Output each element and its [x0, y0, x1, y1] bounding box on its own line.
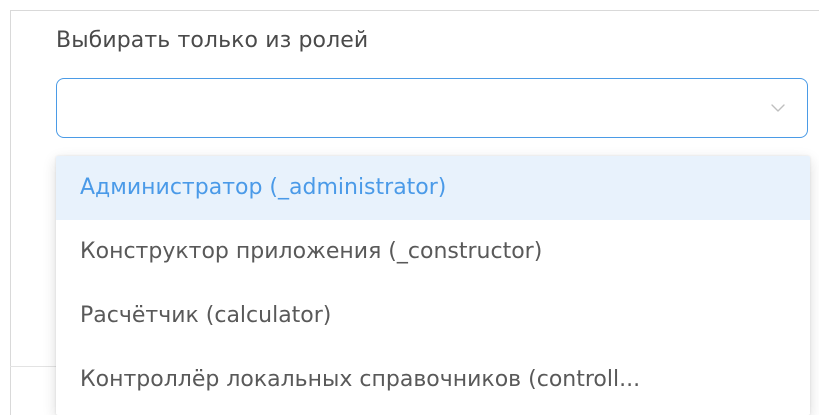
dropdown-option-calculator[interactable]: Расчётчик (calculator)	[56, 284, 810, 348]
dropdown-option-controller[interactable]: Контроллёр локальных справочников (contr…	[56, 348, 810, 412]
roles-dropdown-menu: Администратор (_administrator) Конструкт…	[56, 156, 810, 415]
dropdown-option-constructor[interactable]: Конструктор приложения (_constructor)	[56, 220, 810, 284]
roles-select[interactable]	[56, 78, 808, 138]
dropdown-option-administrator[interactable]: Администратор (_administrator)	[56, 156, 810, 220]
roles-field-label: Выбирать только из ролей	[56, 28, 369, 53]
chevron-down-icon[interactable]	[769, 99, 787, 117]
divider	[10, 366, 56, 367]
